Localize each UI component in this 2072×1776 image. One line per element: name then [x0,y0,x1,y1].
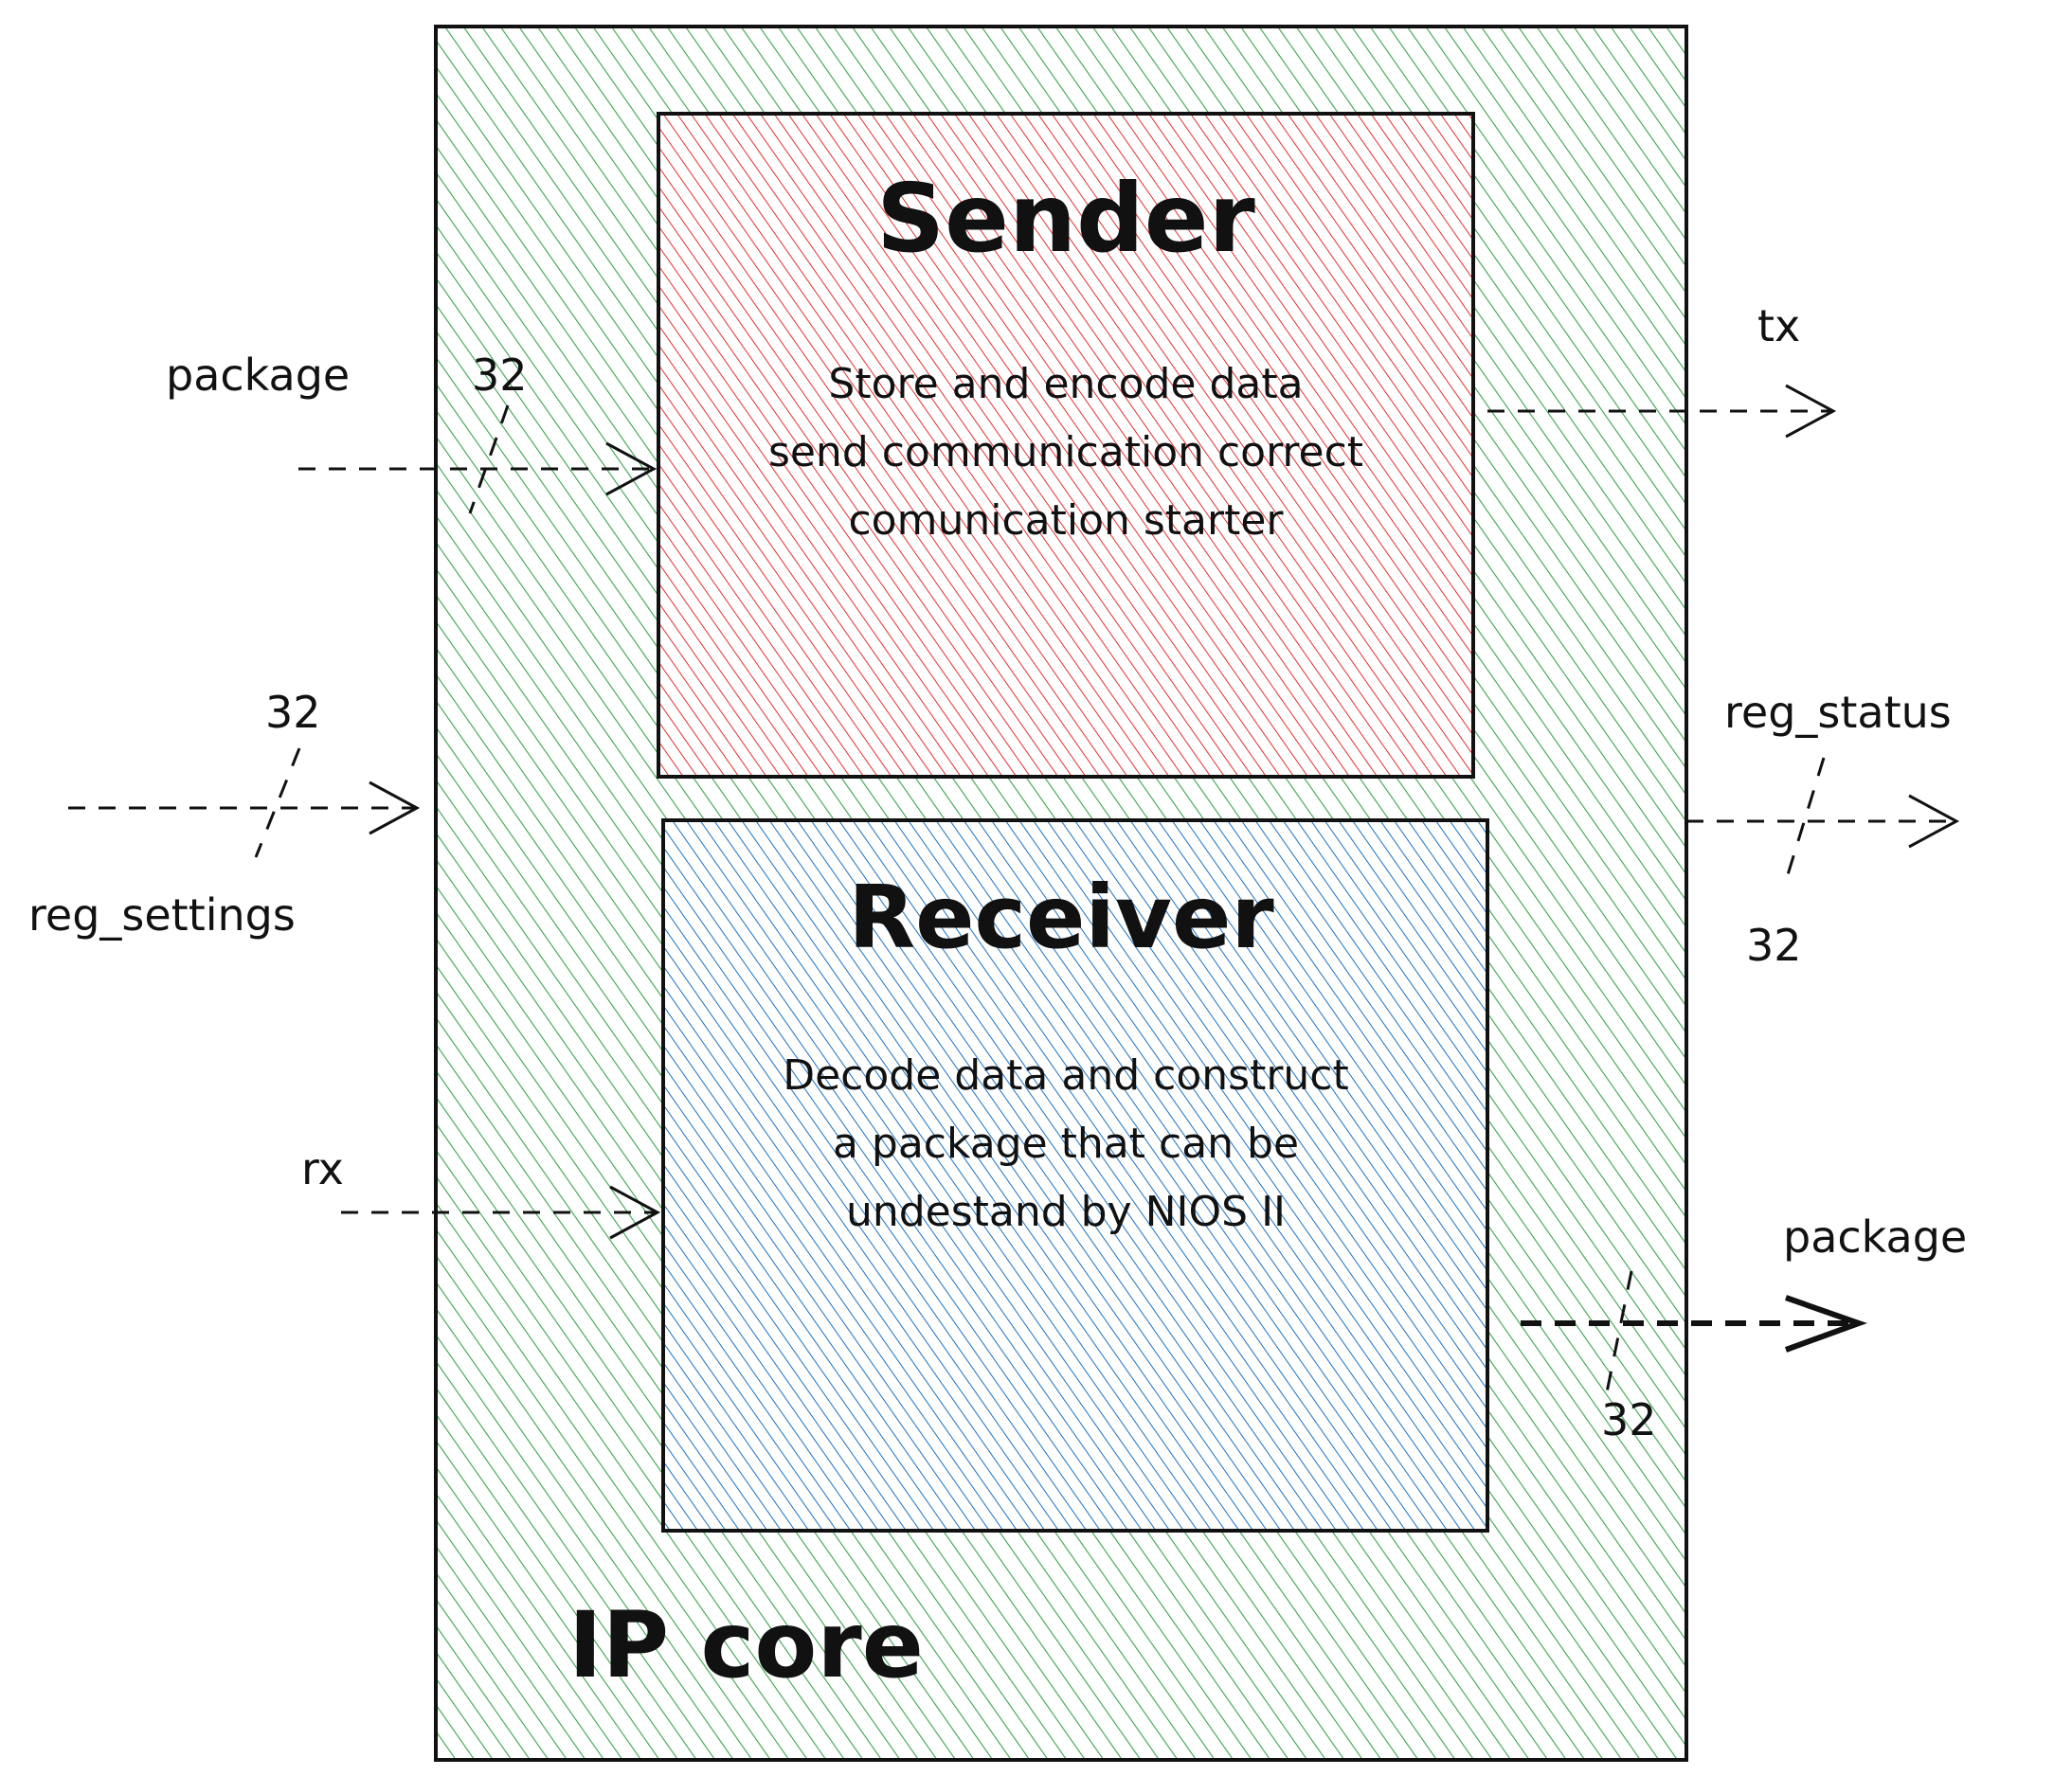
sender-block: Sender Store and encode data send commun… [657,112,1475,779]
signal-package-out-label: package [1783,1211,1967,1263]
receiver-description-line-1: Decode data and construct [783,1051,1349,1100]
receiver-title: Receiver [848,867,1274,968]
signal-reg-status-label: reg_status [1724,687,1952,738]
signal-reg-status: reg_status 32 [1686,687,1960,971]
sender-description-line-2: send communication correct [768,428,1363,476]
signal-package-out-width: 32 [1601,1394,1657,1445]
signal-tx-label: tx [1757,300,1800,351]
signal-rx-label: rx [301,1143,344,1194]
signal-package-in-label: package [166,350,350,401]
block-diagram: IP core Sender Store and encode data sen… [28,25,1967,1762]
receiver-block: Receiver Decode data and construct a pac… [661,818,1489,1533]
signal-package-in-width: 32 [472,350,528,401]
receiver-description-line-3: undestand by NIOS II [846,1188,1286,1236]
sender-title: Sender [876,163,1255,274]
signal-reg-settings-bus-slash [254,747,301,858]
signal-reg-settings-width: 32 [265,687,321,738]
signal-reg-settings: 32 reg_settings [28,687,421,941]
ip-core-title: IP core [568,1592,924,1698]
signal-reg-settings-label: reg_settings [28,889,296,941]
signal-reg-status-bus-slash [1784,757,1826,882]
sender-description-line-1: Store and encode data [828,360,1303,408]
receiver-description-line-2: a package that can be [833,1120,1299,1168]
sender-description-line-3: comunication starter [848,496,1284,545]
signal-reg-status-width: 32 [1746,920,1802,971]
